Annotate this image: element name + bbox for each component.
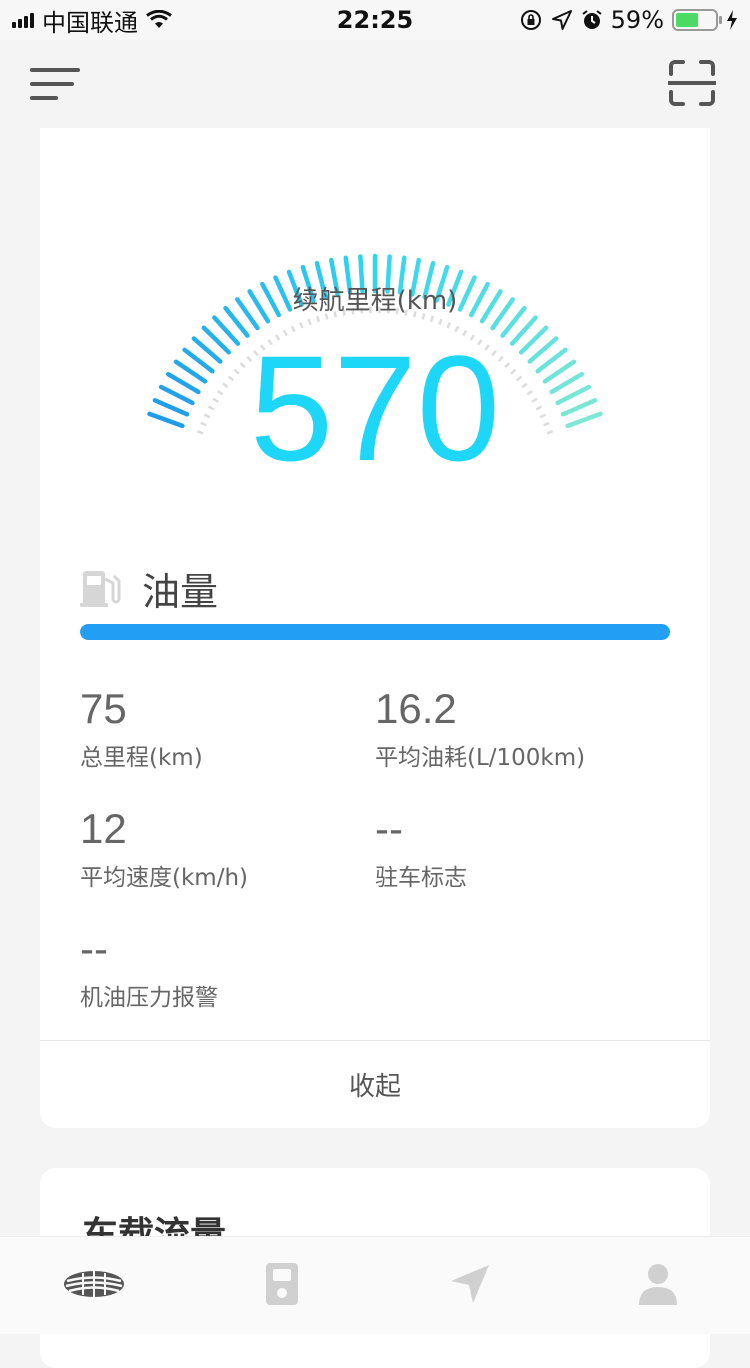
- signal-icon: [12, 12, 34, 28]
- profile-icon: [638, 1262, 678, 1306]
- tab-navigation[interactable]: [438, 1259, 502, 1309]
- stat-value: --: [80, 924, 218, 974]
- stat-parking-flag: -- 驻车标志: [375, 804, 467, 892]
- fuel-level-bar: [80, 624, 670, 640]
- fuel-header: 油量: [80, 558, 218, 618]
- stat-oil-pressure-alarm: -- 机油压力报警: [80, 924, 218, 1012]
- status-left: 中国联通: [12, 3, 172, 38]
- battery-percent: 59%: [611, 6, 664, 34]
- stat-label: 平均速度(km/h): [80, 858, 248, 892]
- stat-avg-speed: 12 平均速度(km/h): [80, 804, 248, 892]
- car-brand-icon: [63, 1269, 125, 1299]
- orientation-lock-icon: [519, 8, 543, 32]
- fuel-level-fill: [80, 624, 670, 640]
- battery-fill: [676, 13, 698, 27]
- stat-avg-fuel: 16.2 平均油耗(L/100km): [375, 684, 585, 772]
- battery-icon: [672, 9, 718, 31]
- stat-value: 16.2: [375, 684, 585, 734]
- range-label: 续航里程(km): [40, 280, 710, 317]
- stat-value: 12: [80, 804, 248, 854]
- fuel-pump-icon: [80, 567, 122, 609]
- stat-label: 驻车标志: [375, 858, 467, 892]
- stat-value: --: [375, 804, 467, 854]
- status-bar: 中国联通 22:25 59%: [0, 0, 750, 40]
- menu-icon[interactable]: [30, 65, 82, 105]
- stat-total-mileage: 75 总里程(km): [80, 684, 203, 772]
- tab-profile[interactable]: [626, 1259, 690, 1309]
- divider: [40, 1040, 710, 1041]
- top-nav: [0, 40, 750, 128]
- status-right: 59%: [519, 6, 738, 34]
- range-value: 570: [40, 328, 710, 488]
- vehicle-status-card: 续航里程(km) 570 油量 75 总里程(km) 16.2 平均油耗(L/1…: [40, 128, 710, 1128]
- stat-label: 总里程(km): [80, 738, 203, 772]
- carrier-name: 中国联通: [42, 3, 138, 38]
- alarm-icon: [581, 9, 603, 31]
- remote-key-icon: [265, 1262, 299, 1306]
- tab-vehicle[interactable]: [62, 1259, 126, 1309]
- stat-label: 机油压力报警: [80, 978, 218, 1012]
- navigation-icon: [449, 1263, 491, 1305]
- stat-value: 75: [80, 684, 203, 734]
- location-icon: [551, 9, 573, 31]
- tab-remote-control[interactable]: [250, 1259, 314, 1309]
- fuel-label: 油量: [142, 561, 218, 616]
- scan-icon[interactable]: [668, 60, 716, 106]
- wifi-icon: [146, 10, 172, 30]
- charging-icon: [726, 9, 738, 31]
- bottom-tab-bar: [0, 1236, 750, 1334]
- collapse-button[interactable]: 收起: [40, 1042, 710, 1126]
- stat-label: 平均油耗(L/100km): [375, 738, 585, 772]
